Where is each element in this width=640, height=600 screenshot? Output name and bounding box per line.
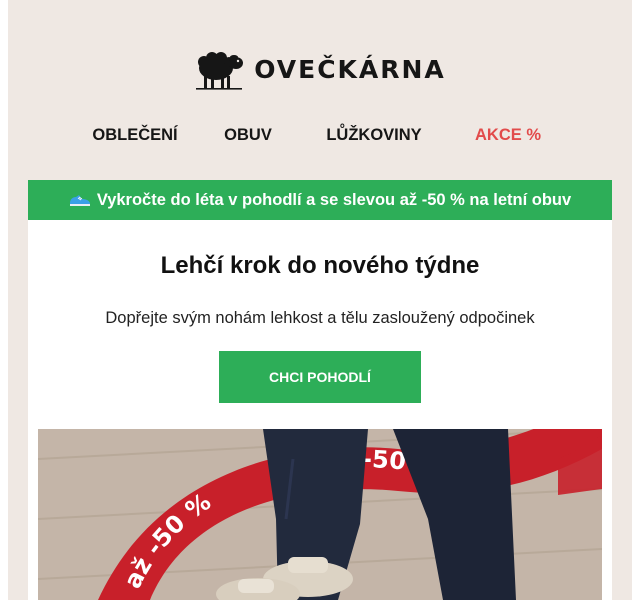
nav-item-luzkoviny[interactable]: LŮŽKOVINY [326,126,421,145]
nav-item-akce[interactable]: AKCE % [475,126,541,145]
sheep-icon [196,52,244,90]
page-title: Lehčí krok do nového týdne [160,252,480,279]
page-subtitle: Dopřejte svým nohám lehkost a tělu zaslo… [105,309,535,327]
hero-illustration: až -50 % až -50 % [38,429,602,600]
email-frame: OVEČKÁRNA OBLEČENÍ OBUV LŮŽKOVINY AKCE %… [8,0,632,600]
cta-button[interactable]: CHCI POHODLÍ [219,351,421,403]
brand-name: OVEČKÁRNA [254,54,446,84]
sneaker-icon [69,195,90,206]
brand-logo[interactable]: OVEČKÁRNA [8,44,632,94]
nav-item-obleceni[interactable]: OBLEČENÍ [92,126,177,145]
promo-banner-text: Vykročte do léta v pohodlí a se slevou a… [96,190,572,209]
promo-banner[interactable]: Vykročte do léta v pohodlí a se slevou a… [28,180,612,220]
hero-image[interactable]: až -50 % až -50 % [38,429,602,600]
nav-item-obuv[interactable]: OBUV [224,126,272,145]
content-card: Lehčí krok do nového týdne Dopřejte svým… [28,220,612,600]
main-nav: OBLEČENÍ OBUV LŮŽKOVINY AKCE % [8,126,632,150]
